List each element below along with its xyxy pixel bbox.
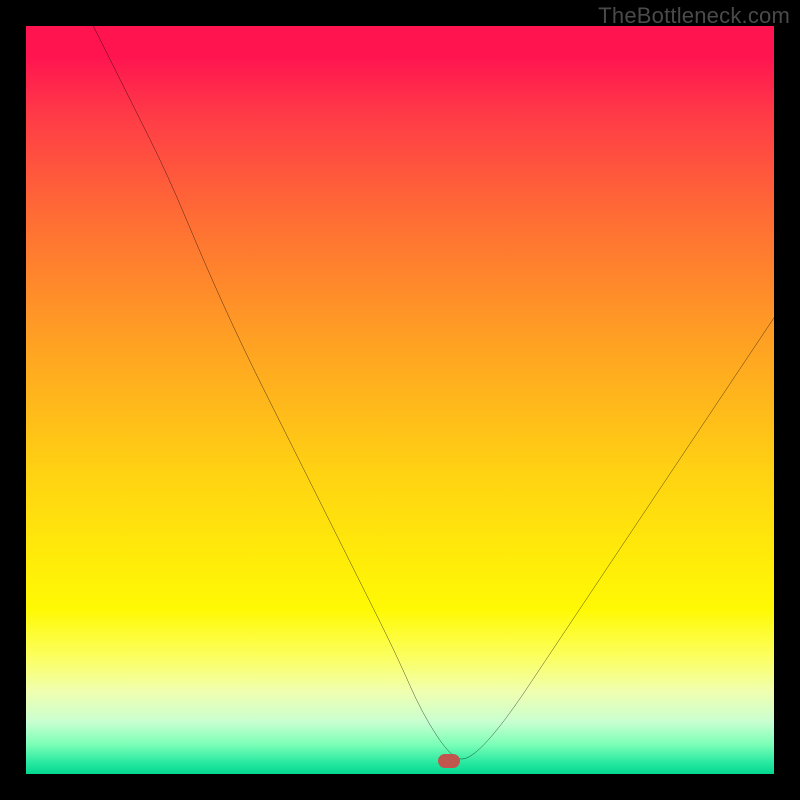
chart-plot-area xyxy=(26,26,774,774)
optimum-marker xyxy=(438,754,460,768)
bottleneck-curve xyxy=(26,26,774,774)
curve-path xyxy=(93,26,774,759)
